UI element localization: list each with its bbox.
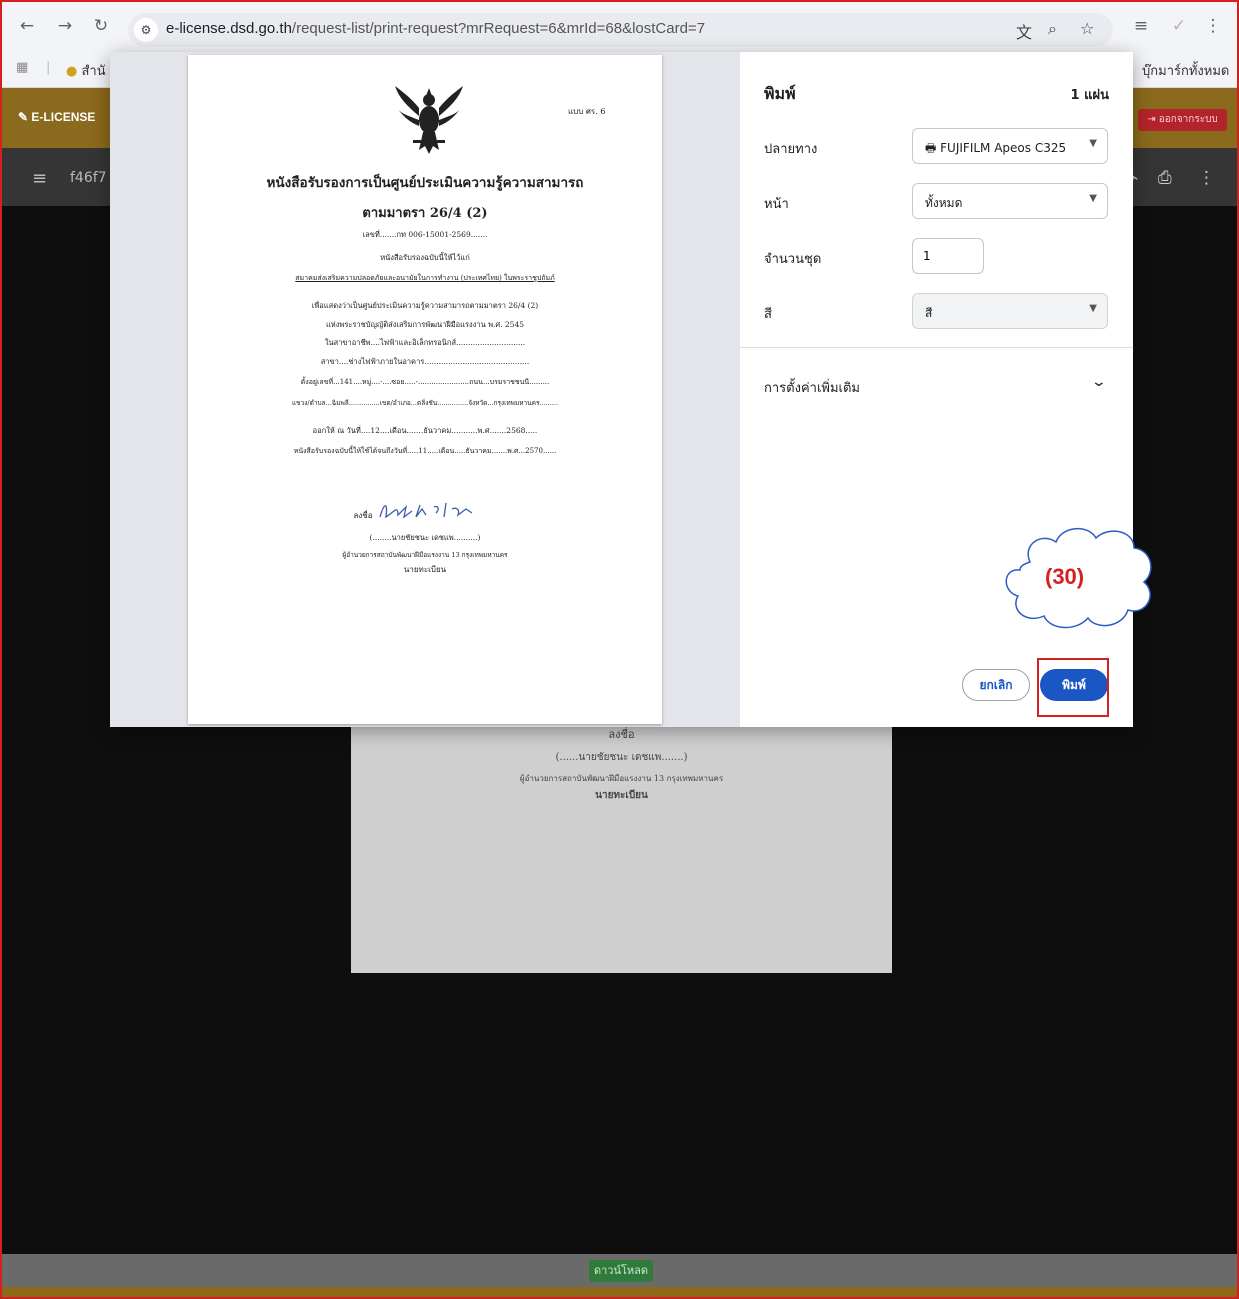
download-button[interactable]: ดาวน์โหลด: [589, 1260, 653, 1282]
translate-icon[interactable]: 文: [1016, 19, 1032, 43]
browser-toolbar: ← → ↻ ⚙ e-license.dsd.go.th/request-list…: [2, 2, 1237, 50]
sign-label: ลงชื่อ: [353, 511, 373, 520]
document-name: f46f7: [70, 170, 107, 186]
settings-divider: [740, 347, 1133, 348]
bookmark-favicon-icon: ●: [66, 64, 78, 79]
garuda-emblem-icon: [395, 86, 463, 154]
highlight-box: [1037, 658, 1109, 717]
preview-page: แบบ ศร. 6 หนังสือรับรองการเป็นศูนย์ประเม…: [188, 55, 662, 724]
certificate-title: หนังสือรับรองการเป็นศูนย์ประเมินความรู้ค…: [266, 175, 584, 191]
purpose-line-2: แห่งพระราชบัญญัติส่งเสริมการพัฒนาฝีมือแร…: [325, 320, 525, 329]
branch-line: สาขา....ช่างไฟฟ้าภายในอาคาร.............…: [320, 357, 530, 366]
certificate-number: เลขที่.......กท 006-15001-2569.......: [362, 230, 488, 239]
toolbar-more-icon[interactable]: ⋮: [1198, 168, 1215, 188]
valid-until-line: หนังสือรับรองฉบับนี้ให้ใช้ได้จนถึงวันที่…: [293, 447, 557, 455]
organization-name: สมาคมส่งเสริมความปลอดภัยและอนามัยในการทำ…: [295, 274, 555, 282]
color-label: สี: [764, 307, 772, 322]
printer-icon: 🖶: [925, 141, 937, 155]
footer-strip: [2, 1287, 1237, 1297]
url-host: e-license.dsd.go.th: [166, 20, 292, 37]
logout-label: ออกจากระบบ: [1158, 114, 1218, 125]
bookmark-item[interactable]: ● สำนั: [66, 60, 106, 81]
print-title: พิมพ์: [764, 84, 796, 103]
url-path: /request-list/print-request?mrRequest=6&…: [291, 20, 706, 37]
color-value: สี: [925, 306, 933, 320]
screenshot-frame: ← → ↻ ⚙ e-license.dsd.go.th/request-list…: [0, 0, 1239, 1299]
all-bookmarks[interactable]: บุ๊กมาร์กทั้งหมด: [1142, 60, 1229, 81]
occupation-line: ในสาขาอาชีพ....ไฟฟ้าและอิเล็กทรอนิกส์...…: [324, 338, 526, 347]
color-select[interactable]: สี ▼: [912, 293, 1108, 329]
registrar-title: นายทะเบียน: [403, 565, 447, 574]
copies-input[interactable]: 1: [912, 238, 984, 274]
pages-value: ทั้งหมด: [925, 196, 963, 210]
back-icon[interactable]: ←: [16, 16, 38, 36]
extension-icon[interactable]: ✓: [1168, 16, 1190, 36]
signer-position: ผู้อำนวยการสถาบันพัฒนาฝีมือแรงงาน 13 กรุ…: [342, 551, 508, 559]
address-bar[interactable]: ⚙ e-license.dsd.go.th/request-list/print…: [128, 13, 1113, 47]
zoom-icon[interactable]: ⌕: [1048, 19, 1057, 39]
logo-icon: ✎: [18, 110, 29, 124]
reading-list-icon[interactable]: ≡: [1130, 16, 1152, 36]
expand-chevron-icon[interactable]: ⌄: [1091, 374, 1107, 390]
bookmark-divider: |: [46, 60, 51, 75]
bg-signer-position: ผู้อำนวยการสถาบันพัฒนาฝีมือแรงงาน 13 กรุ…: [519, 774, 724, 783]
purpose-line-1: เพื่อแสดงว่าเป็นศูนย์ประเมินความรู้ความส…: [311, 301, 539, 310]
copies-value: 1: [923, 249, 931, 263]
bookmark-star-icon[interactable]: ☆: [1080, 19, 1094, 38]
menu-kebab-icon[interactable]: ⋮: [1202, 16, 1224, 36]
issued-to-label: หนังสือรับรองฉบับนี้ให้ไว้แก่: [380, 253, 470, 262]
chevron-down-icon: ▼: [1089, 303, 1097, 314]
bg-signer-name: (......นายชัยชนะ เดชแพ.......): [555, 752, 688, 763]
address-line-1: ตั้งอยู่เลขที่...141....หมู่....-....ซอย…: [300, 378, 550, 386]
address-line-2: แขวง/ตำบล...ฉิมพลี...............เขต/อำเ…: [291, 399, 559, 407]
url-text[interactable]: e-license.dsd.go.th/request-list/print-r…: [166, 20, 705, 37]
reload-icon[interactable]: ↻: [90, 16, 112, 36]
print-dialog: แบบ ศร. 6 หนังสือรับรองการเป็นศูนย์ประเม…: [110, 52, 1133, 727]
chevron-down-icon: ▼: [1089, 138, 1097, 149]
signer-name: (........นายชัยชนะ เดชแพ..........): [369, 533, 481, 542]
destination-value: FUJIFILM Apeos C325: [940, 141, 1067, 155]
destination-label: ปลายทาง: [764, 142, 818, 157]
sheet-count: 1 แผ่น: [1070, 88, 1109, 103]
bookmark-label: สำนั: [81, 64, 106, 79]
step-number: (30): [1045, 564, 1085, 589]
certificate-section: ตามมาตรา 26/4 (2): [362, 206, 488, 221]
chevron-down-icon: ▼: [1089, 193, 1097, 204]
forward-icon[interactable]: →: [54, 16, 76, 36]
logout-button[interactable]: ⇥ ออกจากระบบ: [1138, 109, 1227, 131]
site-logo[interactable]: ✎ E-LICENSE: [18, 110, 95, 124]
more-settings-toggle[interactable]: การตั้งค่าเพิ่มเติม: [764, 377, 860, 398]
form-code: แบบ ศร. 6: [568, 107, 606, 116]
print-preview: แบบ ศร. 6 หนังสือรับรองการเป็นศูนย์ประเม…: [110, 52, 740, 727]
copies-label: จำนวนชุด: [764, 252, 822, 267]
background-pdf-page: ลงชื่อ (......นายชัยชนะ เดชแพ.......) ผู…: [351, 692, 892, 973]
pages-label: หน้า: [764, 197, 789, 212]
signature-icon: [379, 502, 473, 519]
site-info-icon[interactable]: ⚙: [134, 18, 158, 42]
logo-text: E-LICENSE: [31, 110, 96, 124]
issued-date-line: ออกให้ ณ วันที่....12....เดือน.......ธัน…: [312, 426, 538, 435]
pages-select[interactable]: ทั้งหมด ▼: [912, 183, 1108, 219]
cancel-button[interactable]: ยกเลิก: [962, 669, 1030, 701]
bg-sign-label: ลงชื่อ: [608, 728, 635, 741]
hamburger-icon[interactable]: ≡: [32, 168, 47, 189]
apps-grid-icon[interactable]: ▦: [16, 60, 28, 75]
printer-icon[interactable]: ⎙: [1158, 168, 1172, 188]
destination-select[interactable]: 🖶 FUJIFILM Apeos C325 ▼: [912, 128, 1108, 164]
bg-registrar: นายทะเบียน: [595, 790, 648, 801]
